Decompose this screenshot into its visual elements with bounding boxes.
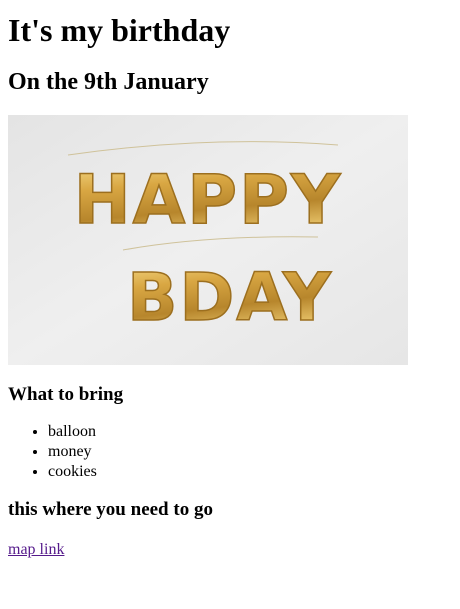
list-item: money xyxy=(48,442,452,462)
birthday-balloons-image: HAPPY BDAY xyxy=(8,115,408,365)
map-link[interactable]: map link xyxy=(8,541,64,558)
bday-balloon-letters: BDAY xyxy=(127,259,333,336)
page-title: It's my birthday xyxy=(8,12,231,48)
map-link-paragraph: map link xyxy=(8,540,452,560)
list-item: cookies xyxy=(48,462,452,482)
directions-heading: this where you need to go xyxy=(8,499,213,520)
page-subtitle: On the 9th January xyxy=(8,69,209,95)
bring-list: balloon money cookies xyxy=(8,422,452,482)
happy-balloon-letters: HAPPY xyxy=(74,161,342,240)
page-content: It's my birthday On the 9th January HAPP… xyxy=(0,12,460,560)
what-to-bring-heading: What to bring xyxy=(8,384,124,405)
list-item: balloon xyxy=(48,422,452,442)
